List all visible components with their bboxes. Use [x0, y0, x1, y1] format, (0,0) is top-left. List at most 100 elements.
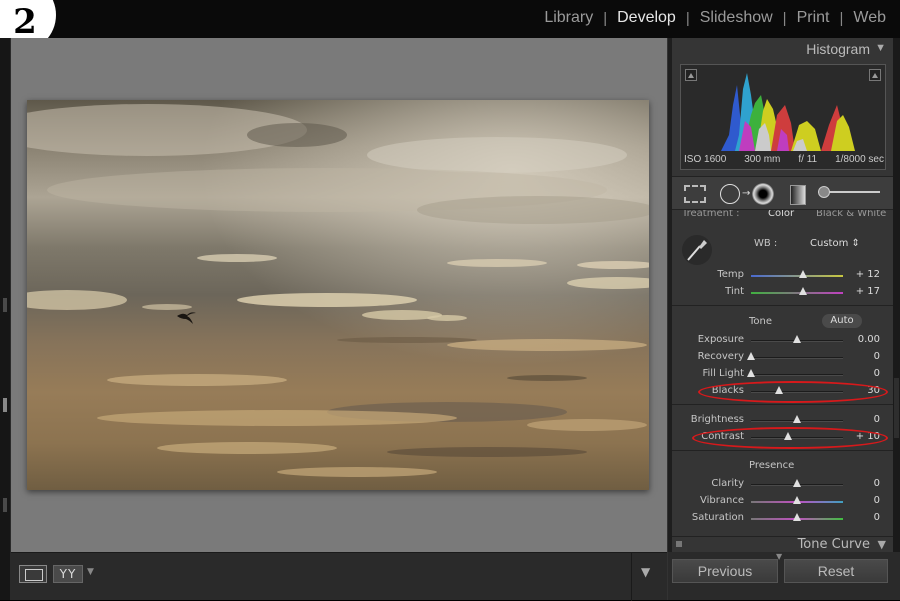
before-after-button[interactable]: YY — [53, 565, 83, 583]
tint-slider[interactable] — [751, 292, 843, 294]
develop-panels: Histogram ▼ ISO 1600 300 mm f/ 11 1/8000… — [672, 38, 894, 552]
shutter-speed-value: 1/8000 sec — [835, 154, 884, 165]
histogram-title: Histogram — [806, 41, 870, 57]
brightness-value[interactable]: 0 — [874, 414, 880, 425]
highlight-clipping-toggle[interactable] — [869, 69, 881, 81]
panel-edge-handle[interactable] — [3, 498, 7, 512]
loupe-view-button[interactable] — [19, 565, 47, 583]
exposure-value[interactable]: 0.00 — [858, 334, 880, 345]
treatment-row: Treatment : Color Black & White — [672, 210, 894, 224]
scrollbar-thumb[interactable] — [894, 378, 899, 438]
auto-tone-button[interactable]: Auto — [822, 314, 862, 328]
module-separator: | — [603, 9, 608, 27]
white-balance-row: WB : Custom ⇕ — [672, 232, 894, 272]
panel-switch-icon[interactable] — [676, 541, 682, 547]
basic-panel: Treatment : Color Black & White WB : Cus… — [672, 210, 894, 552]
spot-removal-arrow-icon: → — [742, 188, 751, 199]
panel-buttons: ▼ Previous Reset — [668, 552, 900, 600]
eyedropper-icon[interactable] — [682, 234, 712, 266]
graduated-filter-icon[interactable] — [790, 185, 806, 205]
brightness-knob[interactable] — [793, 415, 801, 423]
red-eye-icon[interactable] — [752, 183, 774, 205]
histogram-header[interactable]: Histogram ▼ — [672, 38, 894, 60]
previous-button[interactable]: Previous — [672, 559, 778, 583]
saturation-value[interactable]: 0 — [874, 512, 880, 523]
preview-toolbar: YY ▼ ▼ — [11, 552, 667, 601]
right-panel: Histogram ▼ ISO 1600 300 mm f/ 11 1/8000… — [667, 38, 900, 600]
clarity-knob[interactable] — [793, 479, 801, 487]
tool-strip: → — [672, 176, 894, 210]
tint-slider-row: Tint + 17 — [672, 285, 894, 301]
crop-tool-icon[interactable] — [684, 185, 706, 203]
clarity-slider-row: Clarity 0 — [672, 477, 894, 493]
module-develop[interactable]: Develop — [617, 9, 676, 27]
wb-label: WB : — [754, 238, 778, 249]
collapse-triangle-icon[interactable]: ▼ — [875, 42, 886, 54]
panel-edge-handle[interactable] — [3, 298, 7, 312]
module-separator: | — [685, 9, 690, 27]
clarity-value[interactable]: 0 — [874, 478, 880, 489]
temp-value[interactable]: + 12 — [856, 269, 880, 280]
treatment-bw[interactable]: Black & White — [816, 210, 886, 219]
module-nav: Library | Develop | Slideshow | Print | … — [544, 9, 886, 27]
exposure-slider-row: Exposure 0.00 — [672, 333, 894, 349]
fill-light-value[interactable]: 0 — [874, 368, 880, 379]
left-panel-collapsed[interactable] — [0, 38, 11, 600]
shadow-clipping-toggle[interactable] — [685, 69, 697, 81]
before-after-dropdown-icon[interactable]: ▼ — [87, 567, 94, 577]
recovery-knob[interactable] — [747, 352, 755, 360]
tint-knob[interactable] — [799, 287, 808, 295]
aperture-value: f/ 11 — [798, 154, 818, 165]
tone-title: Tone — [749, 316, 773, 327]
photo-clouds-graphic — [27, 100, 649, 490]
photo-sunset-clouds[interactable] — [27, 100, 649, 490]
panel-scrollbar[interactable] — [893, 38, 900, 552]
toolbar-options-icon[interactable]: ▼ — [641, 565, 650, 579]
toolbar-divider — [631, 553, 632, 601]
section-divider — [672, 450, 894, 451]
module-picker-bar: 2 Library | Develop | Slideshow | Print … — [0, 0, 900, 52]
temp-slider[interactable] — [751, 275, 843, 277]
recovery-value[interactable]: 0 — [874, 351, 880, 362]
temp-knob[interactable] — [798, 270, 807, 278]
tone-curve-header[interactable]: Tone Curve ▼ — [672, 536, 894, 552]
expand-triangle-icon[interactable]: ▼ — [878, 538, 886, 551]
focal-length-value: 300 mm — [744, 154, 781, 165]
saturation-label: Saturation — [691, 512, 744, 523]
recovery-slider-row: Recovery 0 — [672, 350, 894, 366]
saturation-slider-row: Saturation 0 — [672, 511, 894, 527]
adjustment-brush-icon[interactable] — [818, 186, 830, 198]
module-web[interactable]: Web — [853, 9, 886, 27]
histogram-display[interactable]: ISO 1600 300 mm f/ 11 1/8000 sec — [680, 64, 886, 170]
exposure-label: Exposure — [697, 334, 744, 345]
iso-value: ISO 1600 — [684, 154, 727, 165]
reset-button[interactable]: Reset — [784, 559, 888, 583]
module-separator: | — [782, 9, 787, 27]
temp-slider-row: Temp + 12 — [672, 268, 894, 284]
spot-removal-icon[interactable] — [720, 184, 740, 204]
fill-light-slider[interactable] — [751, 374, 843, 376]
image-preview-area[interactable] — [11, 38, 667, 552]
treatment-color[interactable]: Color — [768, 210, 794, 219]
saturation-knob[interactable] — [793, 513, 801, 521]
step-number: 2 — [13, 2, 37, 42]
module-separator: | — [839, 9, 844, 27]
vibrance-value[interactable]: 0 — [874, 495, 880, 506]
fill-light-knob[interactable] — [747, 369, 755, 377]
temp-label: Temp — [717, 269, 744, 280]
vibrance-label: Vibrance — [700, 495, 744, 506]
module-print[interactable]: Print — [797, 9, 830, 27]
vibrance-knob[interactable] — [793, 496, 801, 504]
panel-edge-handle[interactable] — [3, 398, 7, 412]
recovery-slider[interactable] — [751, 357, 843, 359]
module-library[interactable]: Library — [544, 9, 593, 27]
tone-curve-title: Tone Curve — [797, 537, 870, 552]
wb-preset-select[interactable]: Custom ⇕ — [810, 238, 860, 249]
exposure-knob[interactable] — [793, 335, 801, 343]
vibrance-slider-row: Vibrance 0 — [672, 494, 894, 510]
module-slideshow[interactable]: Slideshow — [700, 9, 773, 27]
presence-title: Presence — [749, 460, 795, 471]
treatment-label: Treatment : — [682, 210, 740, 219]
fill-light-label: Fill Light — [702, 368, 745, 379]
tint-value[interactable]: + 17 — [856, 286, 880, 297]
